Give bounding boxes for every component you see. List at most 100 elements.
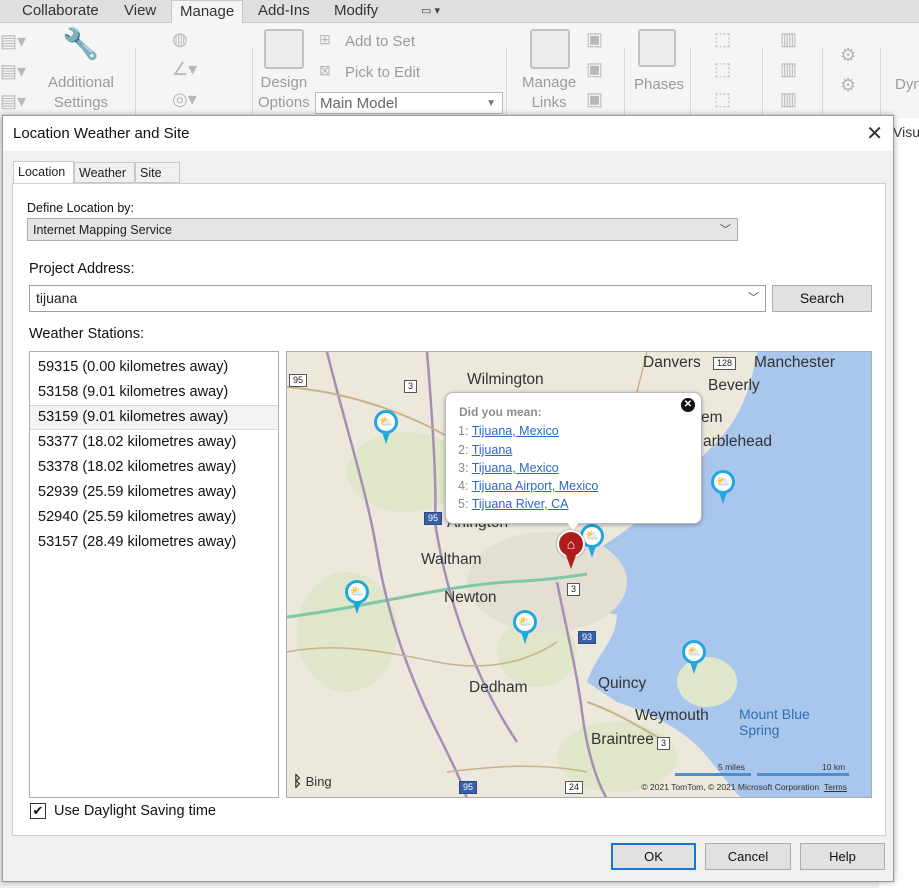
suggestion-link[interactable]: Tijuana Airport, Mexico bbox=[472, 479, 599, 493]
home-icon: ⌂ bbox=[557, 530, 585, 558]
weather-stations-list[interactable]: 59315 (0.00 kilometres away) 53158 (9.01… bbox=[29, 351, 279, 798]
select-icon[interactable]: ⬚ bbox=[714, 29, 731, 50]
ribbon-small-icon[interactable]: ▤▾ bbox=[0, 61, 26, 82]
map-label: Newton bbox=[444, 589, 497, 606]
did-you-mean-popup: Did you mean: ✕ 1: Tijuana, Mexico 2: Ti… bbox=[445, 392, 702, 530]
tab-weather[interactable]: Weather bbox=[74, 162, 135, 183]
suggestion-number: 2: bbox=[458, 443, 469, 457]
route-shield: 128 bbox=[713, 357, 737, 370]
route-shield: 3 bbox=[567, 583, 581, 596]
ok-button[interactable]: OK bbox=[611, 843, 696, 870]
route-shield: 95 bbox=[289, 374, 308, 387]
map-view[interactable]: Danvers Manchester Wilmington Beverly em… bbox=[286, 351, 872, 798]
dialog-titlebar: Location Weather and Site ✕ bbox=[3, 116, 893, 151]
suggestion-item: 1: Tijuana, Mexico bbox=[458, 424, 559, 438]
close-icon[interactable]: ✕ bbox=[866, 121, 883, 146]
add-to-set-button[interactable]: Add to Set bbox=[345, 32, 415, 52]
pick-to-edit-button[interactable]: Pick to Edit bbox=[345, 63, 420, 83]
route-shield: 3 bbox=[404, 380, 418, 393]
map-copyright: © 2021 TomTom, © 2021 Microsoft Corporat… bbox=[641, 782, 847, 792]
quick-access-dropdown-icon[interactable]: ▭ ▾ bbox=[421, 0, 440, 22]
daylight-saving-checkbox[interactable]: ✔ bbox=[30, 803, 46, 819]
manage-links-label[interactable]: Manage Links bbox=[522, 73, 576, 113]
select-icon[interactable]: ⬚ bbox=[714, 59, 731, 80]
phases-icon bbox=[638, 29, 676, 67]
globe-icon[interactable]: ◍ bbox=[172, 29, 188, 50]
weather-stations-label: Weather Stations: bbox=[29, 326, 144, 342]
list-item[interactable]: 53378 (18.02 kilometres away) bbox=[30, 455, 278, 480]
map-label: Beverly bbox=[708, 377, 760, 394]
search-button[interactable]: Search bbox=[772, 285, 872, 312]
dialog-title: Location Weather and Site bbox=[13, 125, 190, 142]
list-item[interactable]: 53157 (28.49 kilometres away) bbox=[30, 530, 278, 555]
design-options-icon bbox=[264, 29, 304, 69]
select-icon[interactable]: ⬚ bbox=[714, 89, 731, 110]
suggestion-link[interactable]: Tijuana bbox=[472, 443, 513, 457]
tab-modify[interactable]: Modify bbox=[334, 0, 378, 22]
weather-icon: ⛅ bbox=[513, 610, 537, 634]
chevron-down-icon[interactable]: ﹀ bbox=[748, 286, 759, 310]
main-model-select[interactable]: Main Model ▼ bbox=[315, 92, 503, 114]
scale-km-label: 10 km bbox=[822, 762, 846, 772]
manage-links-icon bbox=[530, 29, 570, 69]
weather-station-pin[interactable]: ⛅ bbox=[711, 470, 735, 506]
link-small-icon[interactable]: ▣ bbox=[586, 89, 603, 110]
ribbon-small-icon[interactable]: ▤▾ bbox=[0, 91, 26, 112]
map-label: Waltham bbox=[421, 551, 482, 568]
daylight-saving-label[interactable]: Use Daylight Saving time bbox=[54, 803, 216, 819]
inquiry-icon[interactable]: ▥ bbox=[780, 59, 797, 80]
map-label: em bbox=[701, 409, 723, 426]
project-address-input[interactable]: tijuana ﹀ bbox=[29, 285, 766, 312]
suggestion-link[interactable]: Tijuana River, CA bbox=[472, 497, 569, 511]
list-item[interactable]: 53377 (18.02 kilometres away) bbox=[30, 430, 278, 455]
link-small-icon[interactable]: ▣ bbox=[586, 29, 603, 50]
define-location-value: Internet Mapping Service bbox=[33, 223, 172, 237]
project-address-value: tijuana bbox=[36, 290, 78, 306]
suggestion-link[interactable]: Tijuana, Mexico bbox=[472, 424, 559, 438]
weather-station-pin[interactable]: ⛅ bbox=[374, 410, 398, 446]
inquiry-icon[interactable]: ▥ bbox=[780, 29, 797, 50]
tab-collaborate[interactable]: Collaborate bbox=[22, 0, 99, 22]
macro-icon[interactable]: ⚙ bbox=[840, 75, 856, 96]
project-location-pin[interactable]: ⌂ bbox=[557, 530, 585, 572]
weather-station-pin[interactable]: ⛅ bbox=[513, 610, 537, 646]
tab-location[interactable]: Location bbox=[13, 161, 74, 184]
macro-icon[interactable]: ⚙ bbox=[840, 45, 856, 66]
tab-add-ins[interactable]: Add-Ins bbox=[258, 0, 310, 22]
tab-site[interactable]: Site bbox=[135, 162, 180, 183]
close-icon[interactable]: ✕ bbox=[681, 398, 695, 412]
help-button[interactable]: Help bbox=[800, 843, 885, 870]
scale-bar-miles bbox=[675, 773, 751, 776]
phases-label[interactable]: Phases bbox=[634, 75, 684, 95]
project-address-label: Project Address: bbox=[29, 261, 135, 277]
list-item[interactable]: 59315 (0.00 kilometres away) bbox=[30, 355, 278, 380]
list-item[interactable]: 53158 (9.01 kilometres away) bbox=[30, 380, 278, 405]
cancel-button[interactable]: Cancel bbox=[705, 843, 791, 870]
define-location-select[interactable]: Internet Mapping Service ﹀ bbox=[27, 218, 738, 241]
coordinates-icon[interactable]: ∠▾ bbox=[172, 59, 197, 80]
ribbon-small-icon[interactable]: ▤▾ bbox=[0, 31, 26, 52]
weather-station-pin[interactable]: ⛅ bbox=[682, 640, 706, 676]
chevron-down-icon: ▼ bbox=[486, 98, 496, 109]
weather-icon: ⛅ bbox=[682, 640, 706, 664]
tab-view[interactable]: View bbox=[124, 0, 156, 22]
tab-manage[interactable]: Manage bbox=[171, 0, 244, 23]
list-item-selected[interactable]: 53159 (9.01 kilometres away) bbox=[30, 405, 278, 430]
list-item[interactable]: 52939 (25.59 kilometres away) bbox=[30, 480, 278, 505]
link-small-icon[interactable]: ▣ bbox=[586, 59, 603, 80]
wrench-icon: 🔧 bbox=[62, 28, 100, 61]
list-item[interactable]: 52940 (25.59 kilometres away) bbox=[30, 505, 278, 530]
terms-link[interactable]: Terms bbox=[824, 782, 847, 792]
suggestion-number: 3: bbox=[458, 461, 469, 475]
inquiry-icon[interactable]: ▥ bbox=[780, 89, 797, 110]
design-options-label[interactable]: Design Options bbox=[258, 73, 310, 113]
suggestion-number: 1: bbox=[458, 424, 469, 438]
dynamo-label[interactable]: Dyn bbox=[895, 75, 919, 95]
additional-settings-label[interactable]: Additional Settings bbox=[48, 73, 114, 113]
map-label: Weymouth bbox=[635, 707, 709, 724]
position-icon[interactable]: ◎▾ bbox=[172, 89, 197, 110]
suggestion-link[interactable]: Tijuana, Mexico bbox=[472, 461, 559, 475]
suggestion-item: 4: Tijuana Airport, Mexico bbox=[458, 479, 598, 493]
weather-station-pin[interactable]: ⛅ bbox=[345, 580, 369, 616]
map-water-label: Mount Blue Spring bbox=[739, 706, 810, 738]
